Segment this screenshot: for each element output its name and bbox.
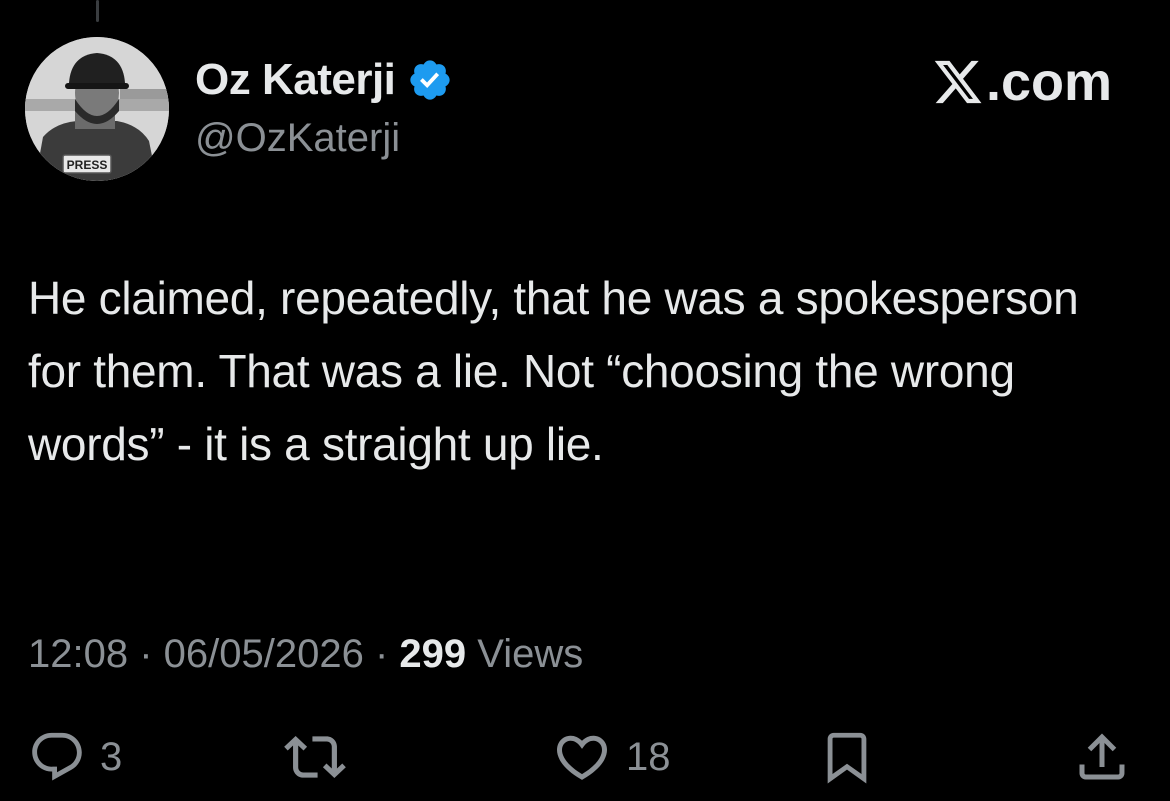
share-button[interactable] <box>1072 722 1132 792</box>
views-label: Views <box>466 632 584 676</box>
brand-domain-text: .com <box>985 52 1112 112</box>
tweet-actions-bar: 3 18 <box>0 722 1170 792</box>
bookmark-button[interactable] <box>818 722 876 792</box>
retweet-icon <box>284 736 346 778</box>
retweet-button[interactable] <box>284 722 346 792</box>
verified-badge-icon <box>410 60 451 100</box>
thread-connector-line <box>96 0 99 22</box>
share-icon <box>1079 733 1125 780</box>
like-count: 18 <box>626 734 671 779</box>
avatar-press-patch: PRESS <box>67 158 108 172</box>
reply-button[interactable]: 3 <box>28 722 122 792</box>
tweet-date[interactable]: 06/05/2026 <box>164 632 364 676</box>
tweet-time[interactable]: 12:08 <box>28 632 128 676</box>
meta-separator: · <box>363 632 400 676</box>
display-name[interactable]: Oz Katerji <box>195 52 396 108</box>
brand-watermark: .com <box>932 52 1112 112</box>
views-count: 299 <box>399 632 467 676</box>
bookmark-icon <box>827 732 867 784</box>
heart-icon <box>556 735 608 780</box>
tweet-text: He claimed, repeatedly, that he was a sp… <box>28 272 1079 470</box>
tweet-meta: 12:08 · 06/05/2026 · 299 Views <box>28 628 583 680</box>
author-handle[interactable]: @OzKaterji <box>195 112 400 164</box>
author-name-row[interactable]: Oz Katerji <box>195 52 453 108</box>
reply-icon <box>32 732 82 781</box>
like-button[interactable]: 18 <box>552 722 671 792</box>
avatar[interactable]: PRESS <box>25 37 169 181</box>
avatar-photo: PRESS <box>25 37 169 181</box>
reply-count: 3 <box>100 734 123 779</box>
x-logo-icon <box>934 60 982 104</box>
meta-separator: · <box>128 632 164 676</box>
